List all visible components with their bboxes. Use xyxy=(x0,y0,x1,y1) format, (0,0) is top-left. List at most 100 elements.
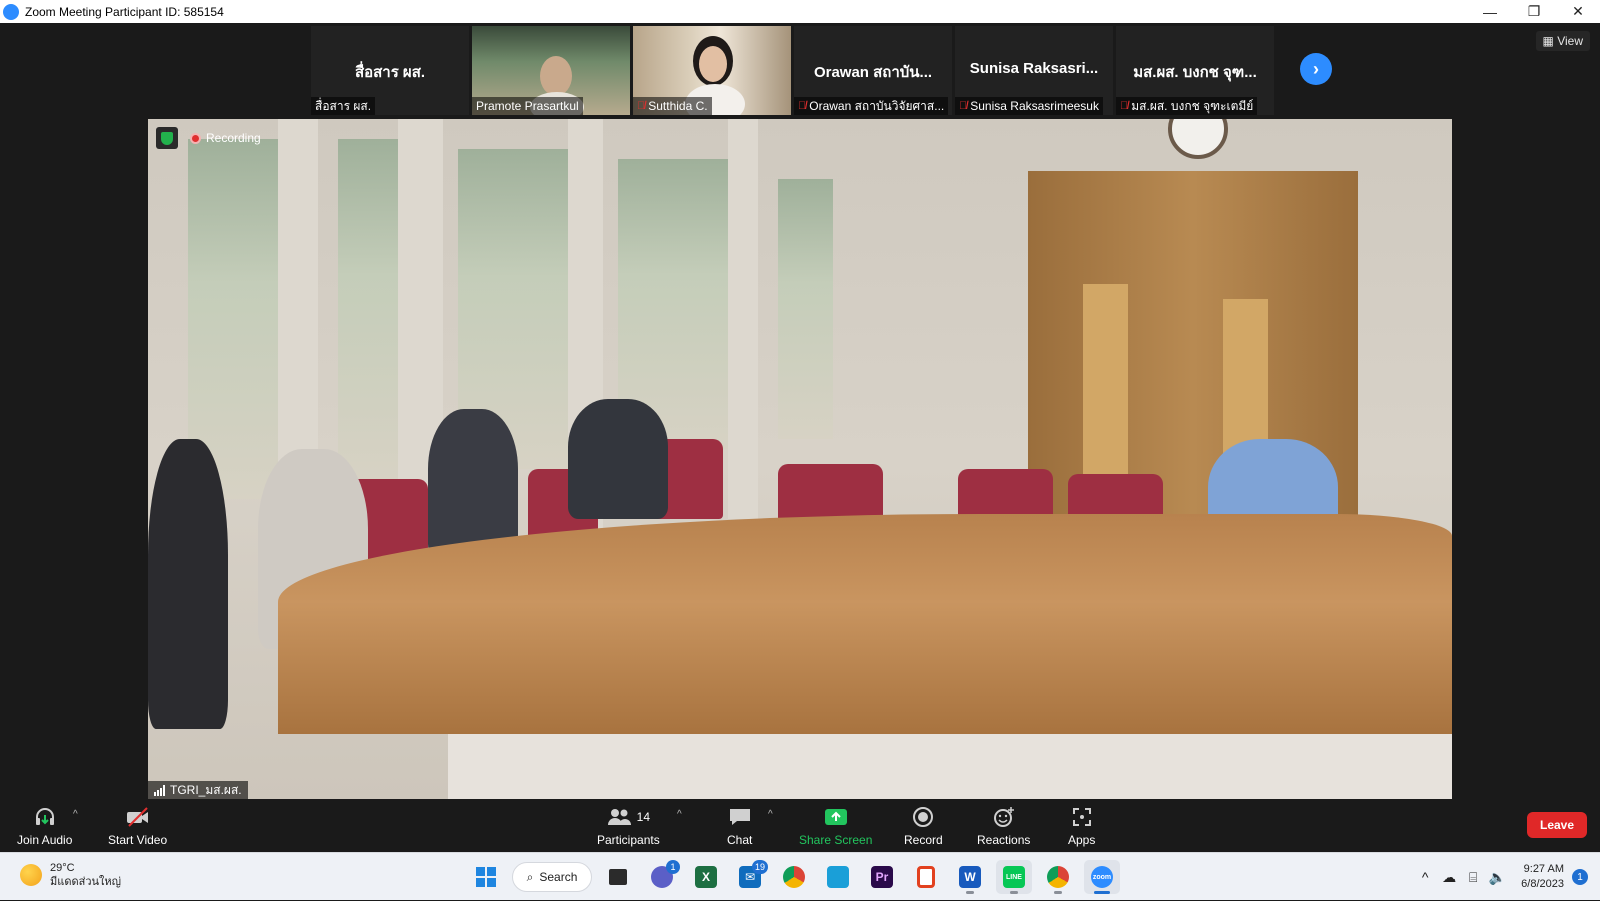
participant-name-label: Pramote Prasartkul xyxy=(472,97,583,115)
weather-temp: 29°C xyxy=(50,862,75,874)
reactions-button[interactable]: Reactions xyxy=(977,805,1030,847)
chrome-app[interactable] xyxy=(776,860,812,894)
chat-caret-icon[interactable]: ^ xyxy=(768,809,773,820)
chat-icon xyxy=(728,805,752,829)
encryption-shield-icon[interactable] xyxy=(156,127,178,149)
chat-button[interactable]: Chat xyxy=(727,805,752,847)
mic-muted-icon: 🎙̸ xyxy=(959,100,968,112)
start-video-label: Start Video xyxy=(108,833,168,847)
window-titlebar: Zoom Meeting Participant ID: 585154 — ❐ … xyxy=(0,0,1600,23)
participant-name-label: 🎙̸ Orawan สถาบันวิจัยศาส... xyxy=(794,97,949,115)
weather-desc: มีแดดส่วนใหญ่ xyxy=(50,876,122,888)
task-view-button[interactable] xyxy=(600,860,636,894)
participant-name-label: 🎙̸ Sunisa Raksasrimeesuk xyxy=(955,97,1103,115)
participant-tile[interactable]: Sunisa Raksasri... 🎙̸ Sunisa Raksasrimee… xyxy=(955,26,1113,115)
audio-options-caret-icon[interactable]: ^ xyxy=(73,809,78,820)
reactions-icon xyxy=(993,805,1015,829)
network-icon[interactable]: ⌸ xyxy=(1461,865,1485,889)
excel-icon: X xyxy=(695,866,717,888)
view-button[interactable]: ▦ View xyxy=(1535,31,1590,51)
next-page-arrow-icon[interactable]: › xyxy=(1300,53,1332,85)
zoom-app[interactable]: zoom xyxy=(1084,860,1120,894)
leave-button[interactable]: Leave xyxy=(1527,812,1587,838)
chat-label: Chat xyxy=(727,833,753,847)
participant-name: Orawan สถาบันวิจัยศาส... xyxy=(809,98,945,113)
recording-indicator: Recording xyxy=(190,131,261,145)
chrome-icon xyxy=(783,866,805,888)
line-app[interactable]: LINE xyxy=(996,860,1032,894)
participant-tile[interactable]: มส.ผส. บงกช จุฑ... 🎙̸ มส.ผส. บงกช จุฑะเต… xyxy=(1116,26,1274,115)
share-screen-button[interactable]: Share Screen xyxy=(799,805,872,847)
video-off-icon xyxy=(125,805,151,829)
record-icon xyxy=(912,805,934,829)
join-audio-label: Join Audio xyxy=(17,833,73,847)
video-conference-table xyxy=(278,514,1452,734)
participant-display-name: Sunisa Raksasri... xyxy=(969,60,1099,77)
participant-display-name: Orawan สถาบัน... xyxy=(813,64,933,81)
apps-button[interactable]: Apps xyxy=(1068,805,1095,847)
system-tray: ^ ☁ ⌸ 🔈 9:27 AM 6/8/2023 1 xyxy=(1413,853,1600,901)
start-video-button[interactable]: Start Video xyxy=(108,805,167,847)
participant-name-label: 🎙̸ มส.ผส. บงกช จุฑะเตมีย์ xyxy=(1116,97,1258,115)
window-title: Zoom Meeting Participant ID: 585154 xyxy=(25,4,224,19)
start-button[interactable] xyxy=(468,860,504,894)
close-button[interactable]: ✕ xyxy=(1556,0,1600,23)
participant-tile[interactable]: Orawan สถาบัน... 🎙̸ Orawan สถาบันวิจัยศา… xyxy=(794,26,952,115)
signal-strength-icon xyxy=(154,784,165,796)
participant-name-label: สื่อสาร ผส. xyxy=(311,97,376,115)
main-speaker-name: TGRI_มส.ผส. xyxy=(170,782,242,797)
main-video[interactable]: Recording TGRI_มส.ผส. xyxy=(148,119,1452,799)
premiere-icon: Pr xyxy=(871,866,893,888)
headphones-icon xyxy=(34,805,56,829)
premiere-app[interactable]: Pr xyxy=(864,860,900,894)
onedrive-icon[interactable]: ☁ xyxy=(1437,865,1461,889)
clock-date: 6/8/2023 xyxy=(1521,878,1564,890)
chrome-icon xyxy=(1047,866,1069,888)
participants-caret-icon[interactable]: ^ xyxy=(677,809,682,820)
join-audio-button[interactable]: Join Audio xyxy=(17,805,72,847)
reactions-label: Reactions xyxy=(977,833,1031,847)
participants-label: Participants xyxy=(597,833,660,847)
video-person xyxy=(568,399,668,519)
mic-muted-icon: 🎙̸ xyxy=(1120,100,1129,112)
taskbar-clock[interactable]: 9:27 AM 6/8/2023 xyxy=(1521,862,1564,892)
apps-icon xyxy=(1071,805,1093,829)
participant-tile[interactable]: สื่อสาร ผส. สื่อสาร ผส. xyxy=(311,26,469,115)
taskbar-search[interactable]: ⌕ Search xyxy=(512,862,592,892)
mail-app[interactable]: ✉ 19 xyxy=(732,860,768,894)
weather-widget[interactable]: 29°C มีแดดส่วนใหญ่ xyxy=(20,861,121,889)
word-app[interactable]: W xyxy=(952,860,988,894)
teams-chat-app[interactable]: 1 xyxy=(644,860,680,894)
excel-app[interactable]: X xyxy=(688,860,724,894)
share-screen-label: Share Screen xyxy=(799,833,873,847)
restore-button[interactable]: ❐ xyxy=(1512,0,1556,23)
search-label: Search xyxy=(539,870,578,884)
participant-display-name: มส.ผส. บงกช จุฑ... xyxy=(1133,64,1257,81)
chevron-up-icon[interactable]: ^ xyxy=(1413,865,1437,889)
minimize-button[interactable]: — xyxy=(1468,0,1512,23)
task-view-icon xyxy=(609,869,627,885)
remote-desktop-app[interactable] xyxy=(820,860,856,894)
view-label: View xyxy=(1557,34,1583,48)
zoom-logo-icon xyxy=(3,3,19,20)
zoom-icon: zoom xyxy=(1091,866,1113,888)
participant-name: มส.ผส. บงกช จุฑะเตมีย์ xyxy=(1131,98,1254,113)
participant-video-face xyxy=(699,46,727,82)
monitor-icon xyxy=(827,866,849,888)
office-app[interactable] xyxy=(908,860,944,894)
participant-tile-video[interactable]: 🎙̸ Sutthida C. xyxy=(633,26,791,115)
windows-taskbar: 29°C มีแดดส่วนใหญ่ ⌕ Search 1 X ✉ 19 Pr … xyxy=(0,852,1600,900)
participant-name-label: 🎙̸ Sutthida C. xyxy=(633,97,712,115)
notification-badge[interactable]: 1 xyxy=(1572,869,1588,885)
running-indicator xyxy=(966,891,974,894)
chrome-profile-app[interactable] xyxy=(1040,860,1076,894)
participant-video-person xyxy=(540,56,572,96)
windows-logo-icon xyxy=(476,867,496,887)
participant-name: สื่อสาร ผส. xyxy=(315,98,372,113)
volume-icon[interactable]: 🔈 xyxy=(1485,865,1509,889)
participants-button[interactable]: 14 Participants xyxy=(597,805,660,847)
recording-label: Recording xyxy=(206,131,261,145)
video-window-pane xyxy=(778,179,833,439)
participant-tile-video[interactable]: Pramote Prasartkul xyxy=(472,26,630,115)
record-button[interactable]: Record xyxy=(904,805,943,847)
